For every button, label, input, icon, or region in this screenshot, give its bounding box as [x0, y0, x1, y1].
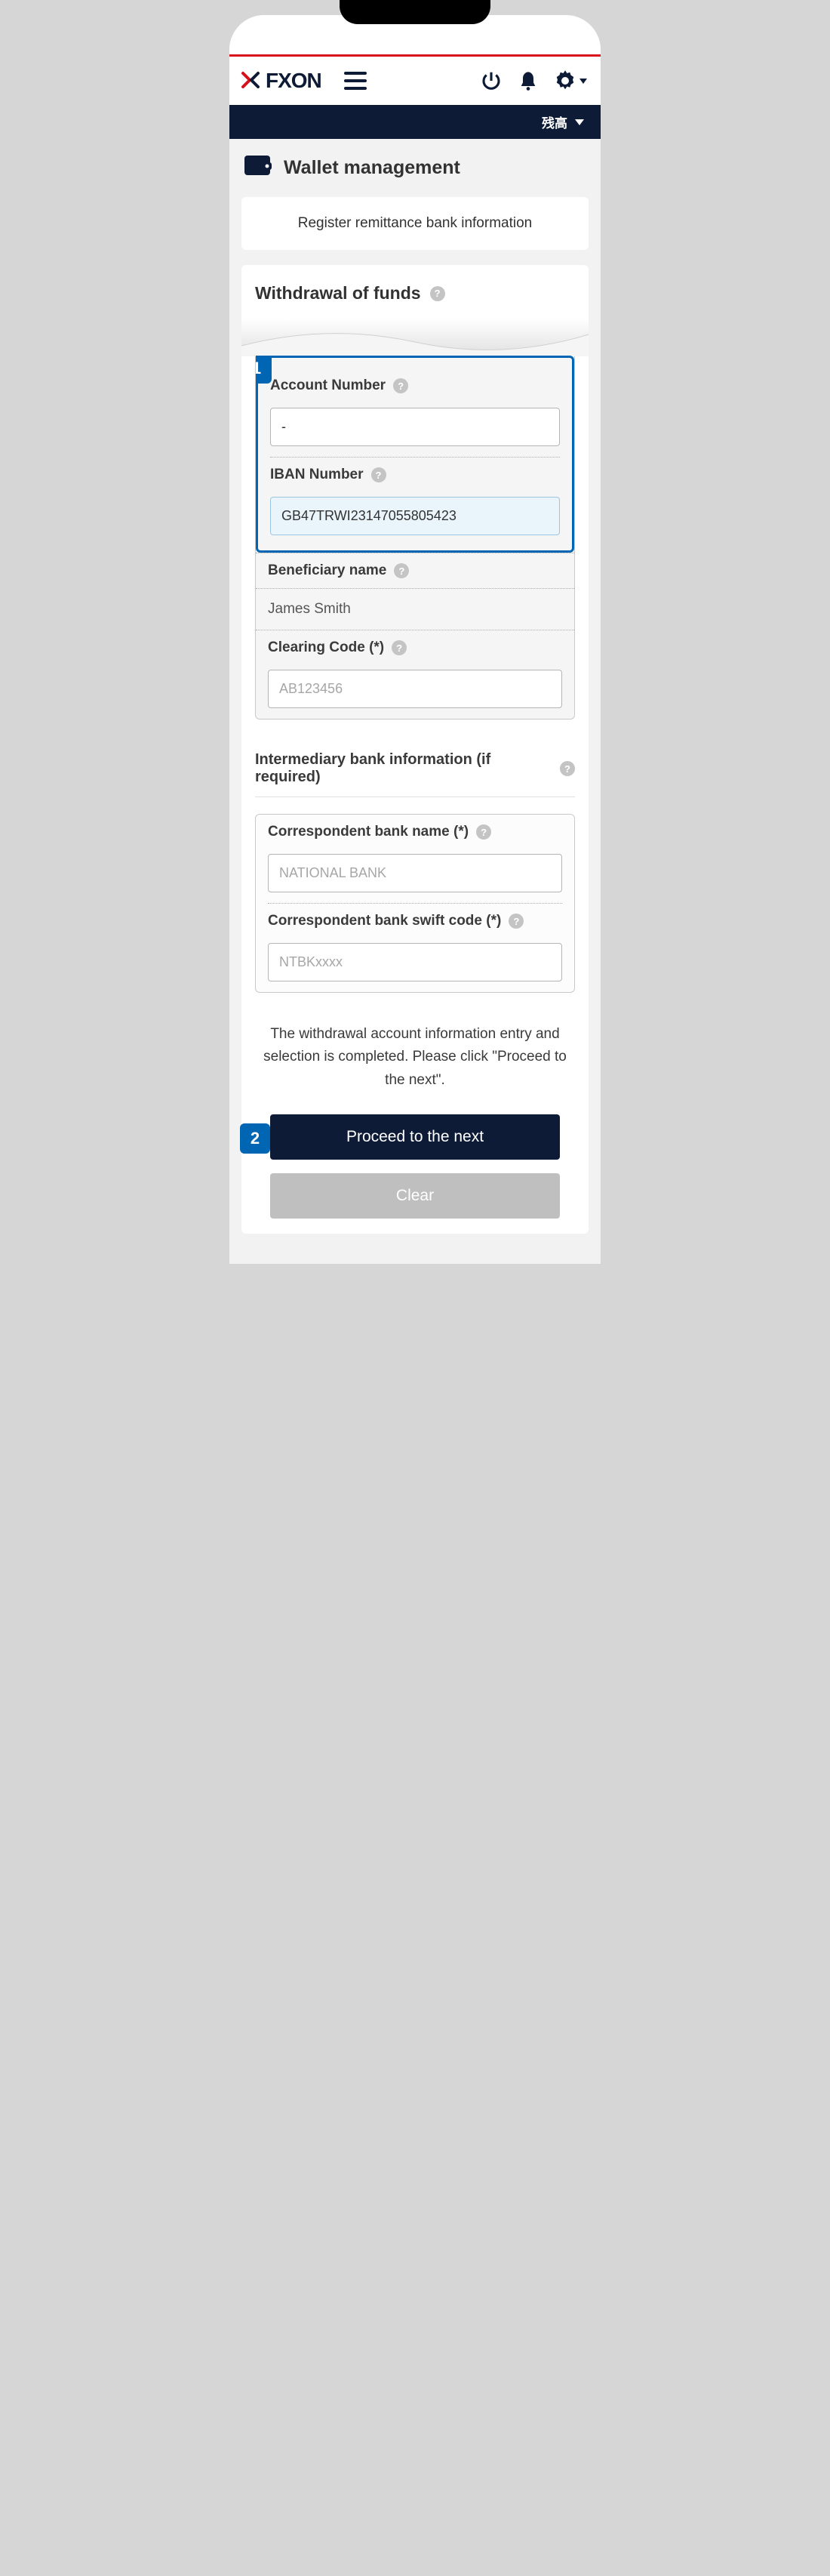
step-badge-1: 1	[255, 356, 272, 384]
card-text: Register remittance bank information	[298, 215, 532, 231]
account-number-label: Account Number	[270, 377, 386, 394]
clear-button[interactable]: Clear	[270, 1173, 560, 1219]
info-card: Register remittance bank information	[241, 197, 589, 250]
top-bar-left: FXON	[240, 69, 367, 93]
corr-swift-label: Correspondent bank swift code (*)	[268, 913, 501, 929]
top-bar-icons	[480, 69, 587, 92]
withdrawal-title: Withdrawal of funds	[255, 283, 421, 304]
logo-text: FXON	[266, 69, 321, 93]
clearing-label: Clearing Code (*)	[268, 639, 384, 656]
highlight-box-1: 1 Account Number ? IBAN Number ?	[256, 356, 574, 553]
correspondent-box: Correspondent bank name (*) ? Correspond…	[255, 814, 575, 993]
help-icon[interactable]: ?	[371, 467, 386, 482]
top-bar: FXON	[229, 57, 601, 105]
clearing-block: Clearing Code (*) ?	[256, 630, 574, 719]
gear-icon[interactable]	[554, 69, 587, 92]
iban-label-row: IBAN Number ?	[270, 458, 560, 492]
clearing-code-input[interactable]	[268, 670, 562, 708]
withdrawal-section: Withdrawal of funds ? 1 Account Number	[241, 265, 589, 1234]
phone-frame: FXON	[219, 0, 611, 1271]
help-icon[interactable]: ?	[392, 640, 407, 655]
button-wrap: 2 Proceed to the next Clear	[255, 1114, 575, 1219]
beneficiary-label: Beneficiary name	[268, 562, 386, 579]
beneficiary-value: James Smith	[268, 589, 562, 630]
corr-swift-block: Correspondent bank swift code (*) ?	[268, 903, 562, 992]
corr-bank-name-block: Correspondent bank name (*) ?	[268, 815, 562, 903]
beneficiary-value-block: James Smith	[256, 588, 574, 630]
chevron-down-icon	[579, 79, 587, 84]
account-number-input[interactable]	[270, 408, 560, 446]
instruction-text: The withdrawal account information entry…	[255, 993, 575, 1114]
page-title-row: Wallet management	[229, 139, 601, 197]
clearing-label-row: Clearing Code (*) ?	[268, 630, 562, 665]
corr-bank-name-label: Correspondent bank name (*)	[268, 824, 469, 840]
page-content: Wallet management Register remittance ba…	[229, 139, 601, 1264]
chevron-down-icon	[575, 119, 584, 125]
proceed-button[interactable]: Proceed to the next	[270, 1114, 560, 1160]
corr-bank-name-input[interactable]	[268, 854, 562, 892]
help-icon[interactable]: ?	[394, 563, 409, 578]
balance-bar[interactable]: 残高	[229, 105, 601, 139]
iban-label: IBAN Number	[270, 467, 364, 483]
iban-input[interactable]	[270, 497, 560, 535]
account-number-label-row: Account Number ?	[270, 368, 560, 403]
help-icon[interactable]: ?	[560, 761, 575, 776]
intermediary-title: Intermediary bank information (if requir…	[255, 751, 536, 786]
page-title: Wallet management	[284, 157, 460, 179]
account-details-box: 1 Account Number ? IBAN Number ?	[255, 356, 575, 719]
intermediary-title-row: Intermediary bank information (if requir…	[255, 741, 575, 797]
screen: FXON	[229, 15, 601, 1264]
logo-mark-icon	[240, 70, 261, 91]
help-icon[interactable]: ?	[393, 378, 408, 393]
hamburger-menu-icon[interactable]	[344, 72, 367, 90]
balance-label: 残高	[542, 112, 567, 131]
bell-icon[interactable]	[518, 69, 539, 92]
corr-swift-label-row: Correspondent bank swift code (*) ?	[268, 904, 562, 938]
help-icon[interactable]: ?	[476, 824, 491, 840]
torn-edge	[241, 319, 589, 356]
beneficiary-block: Beneficiary name ?	[256, 553, 574, 588]
beneficiary-label-row: Beneficiary name ?	[268, 553, 562, 588]
app-logo[interactable]: FXON	[240, 69, 321, 93]
help-icon[interactable]: ?	[430, 286, 445, 301]
help-icon[interactable]: ?	[509, 914, 524, 929]
phone-notch	[340, 0, 490, 24]
power-icon[interactable]	[480, 69, 503, 92]
corr-swift-input[interactable]	[268, 943, 562, 981]
step-badge-2: 2	[240, 1123, 270, 1154]
withdrawal-title-row: Withdrawal of funds ?	[255, 283, 575, 304]
wallet-icon	[244, 154, 272, 182]
corr-bank-name-label-row: Correspondent bank name (*) ?	[268, 815, 562, 849]
